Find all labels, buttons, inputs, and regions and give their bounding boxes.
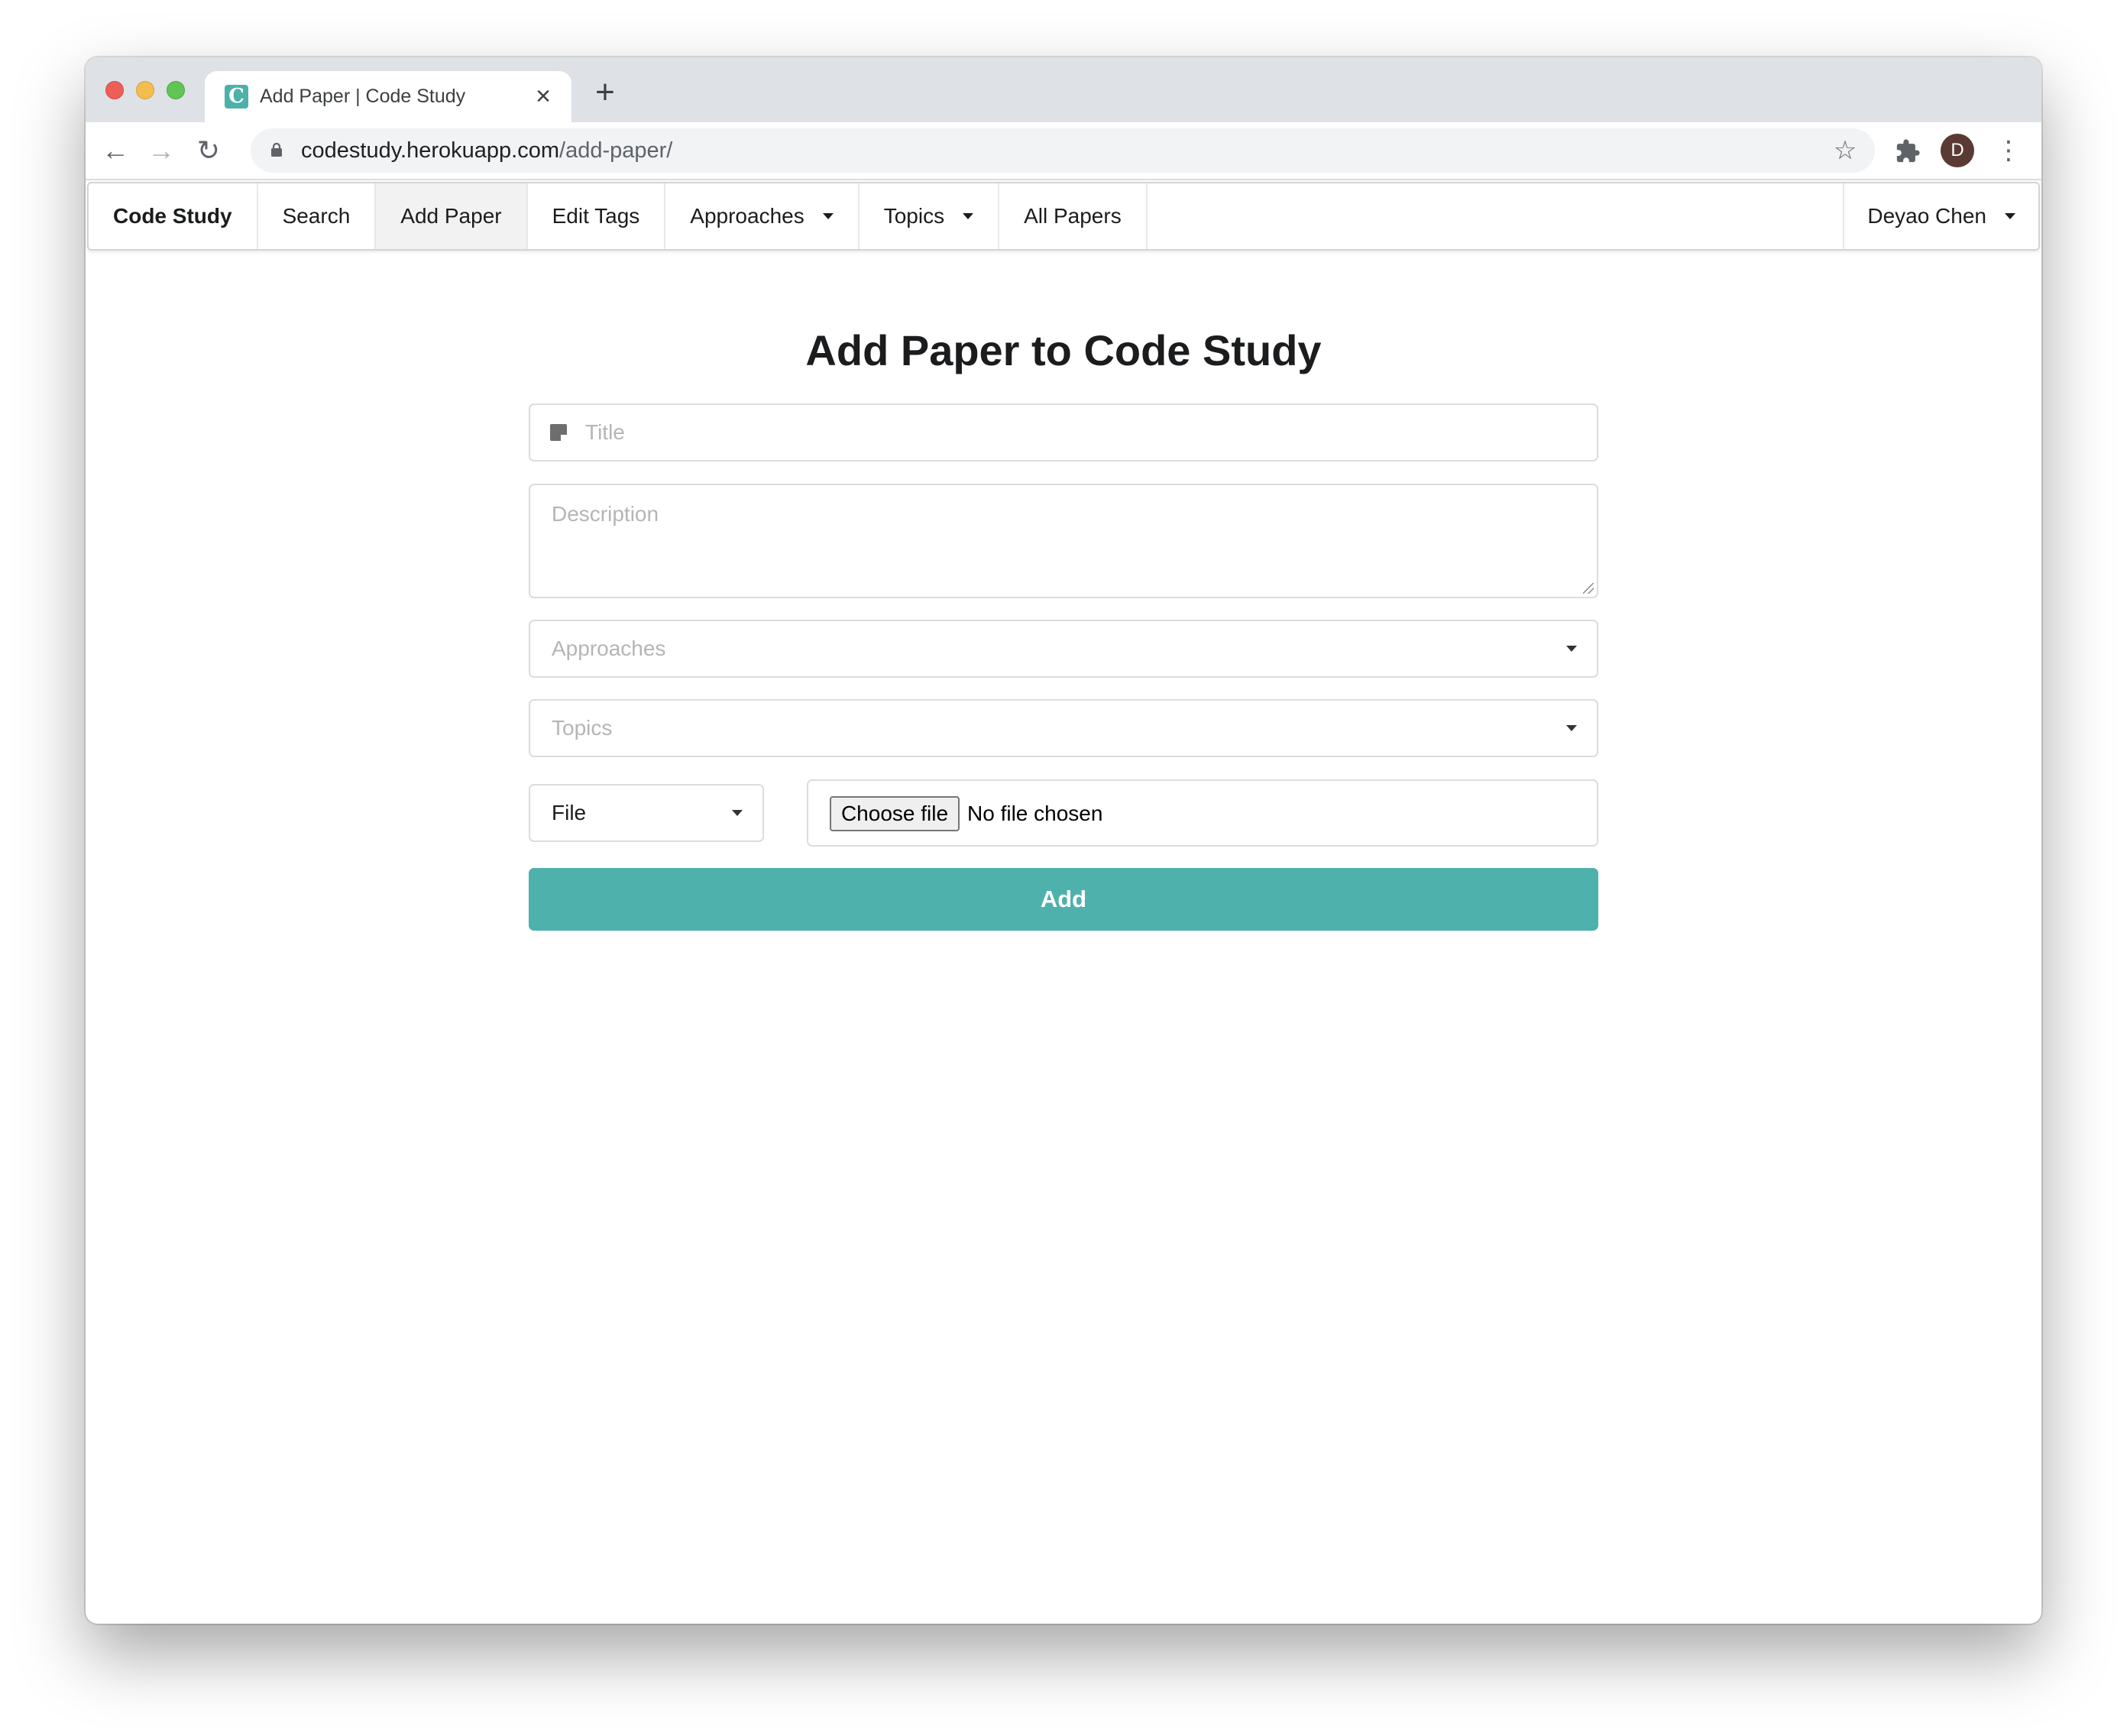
maximize-window-button[interactable] bbox=[167, 81, 185, 99]
extensions-puzzle-icon[interactable] bbox=[1895, 138, 1921, 164]
caret-down-icon bbox=[1566, 646, 1577, 652]
description-field[interactable] bbox=[529, 484, 1598, 598]
caret-down-icon bbox=[2005, 213, 2015, 219]
tab-title: Add Paper | Code Study bbox=[260, 86, 466, 107]
nav-user-menu[interactable]: Deyao Chen bbox=[1844, 183, 2038, 249]
page-viewport: Code Study Search Add Paper Edit Tags Ap… bbox=[86, 180, 2041, 1624]
topics-placeholder: Topics bbox=[552, 716, 613, 740]
url-text: codestudy.herokuapp.com/add-paper/ bbox=[301, 128, 672, 173]
nav-spacer bbox=[1148, 183, 1845, 249]
address-bar[interactable]: codestudy.herokuapp.com/add-paper/ ☆ bbox=[251, 128, 1875, 173]
file-upload-field: Choose file No file chosen bbox=[807, 779, 1598, 847]
nav-brand-code-study[interactable]: Code Study bbox=[89, 183, 258, 249]
source-type-value: File bbox=[552, 801, 587, 824]
resize-handle-icon[interactable] bbox=[1583, 583, 1594, 594]
approaches-placeholder: Approaches bbox=[552, 636, 666, 660]
reload-icon[interactable]: ↻ bbox=[189, 131, 228, 170]
nav-item-label: Add Paper bbox=[400, 204, 502, 228]
sticky-note-icon bbox=[550, 424, 567, 441]
nav-item-topics[interactable]: Topics bbox=[860, 183, 1000, 249]
caret-down-icon bbox=[732, 810, 743, 816]
approaches-dropdown[interactable]: Approaches bbox=[529, 620, 1598, 678]
browser-toolbar: ← → ↻ codestudy.herokuapp.com/add-paper/… bbox=[86, 122, 2041, 180]
browser-window: C Add Paper | Code Study × + ← → ↻ codes… bbox=[86, 57, 2041, 1624]
nav-item-label: Search bbox=[282, 204, 351, 228]
nav-item-add-paper[interactable]: Add Paper bbox=[376, 183, 528, 249]
site-navbar: Code Study Search Add Paper Edit Tags Ap… bbox=[87, 182, 2040, 251]
nav-item-edit-tags[interactable]: Edit Tags bbox=[528, 183, 666, 249]
browser-tab[interactable]: C Add Paper | Code Study × bbox=[205, 71, 571, 122]
nav-item-search[interactable]: Search bbox=[258, 183, 377, 249]
file-status: No file chosen bbox=[967, 802, 1103, 825]
lock-icon bbox=[271, 143, 282, 157]
title-field[interactable] bbox=[529, 403, 1598, 462]
nav-item-label: Topics bbox=[883, 204, 945, 228]
title-input[interactable] bbox=[585, 405, 1578, 460]
user-name: Deyao Chen bbox=[1867, 204, 1986, 228]
close-window-button[interactable] bbox=[105, 81, 124, 99]
new-tab-icon[interactable]: + bbox=[590, 76, 620, 109]
nav-item-label: All Papers bbox=[1024, 204, 1122, 228]
topics-dropdown[interactable]: Topics bbox=[529, 699, 1598, 757]
favicon-icon: C bbox=[225, 85, 248, 108]
nav-item-label: Approaches bbox=[690, 204, 805, 228]
caret-down-icon bbox=[822, 213, 834, 219]
nav-item-label: Edit Tags bbox=[552, 204, 640, 228]
nav-item-approaches[interactable]: Approaches bbox=[665, 183, 860, 249]
choose-file-button[interactable]: Choose file bbox=[830, 796, 960, 831]
nav-item-all-papers[interactable]: All Papers bbox=[999, 183, 1148, 249]
add-button[interactable]: Add bbox=[529, 868, 1598, 931]
url-path: /add-paper/ bbox=[559, 138, 673, 163]
minimize-window-button[interactable] bbox=[136, 81, 154, 99]
profile-avatar[interactable]: D bbox=[1941, 134, 1974, 167]
back-icon[interactable]: ← bbox=[96, 131, 134, 170]
caret-down-icon bbox=[963, 213, 974, 219]
description-input[interactable] bbox=[530, 485, 1597, 597]
bookmark-star-icon[interactable]: ☆ bbox=[1826, 131, 1864, 170]
url-host: codestudy.herokuapp.com bbox=[301, 138, 560, 163]
forward-icon[interactable]: → bbox=[142, 131, 180, 170]
page-title: Add Paper to Code Study bbox=[805, 326, 1322, 374]
more-menu-icon[interactable]: ⋮ bbox=[1989, 131, 2028, 170]
caret-down-icon bbox=[1566, 725, 1577, 731]
source-type-dropdown[interactable]: File bbox=[529, 784, 764, 842]
tab-bar: C Add Paper | Code Study × + bbox=[86, 57, 2041, 122]
close-tab-icon[interactable]: × bbox=[532, 83, 555, 109]
